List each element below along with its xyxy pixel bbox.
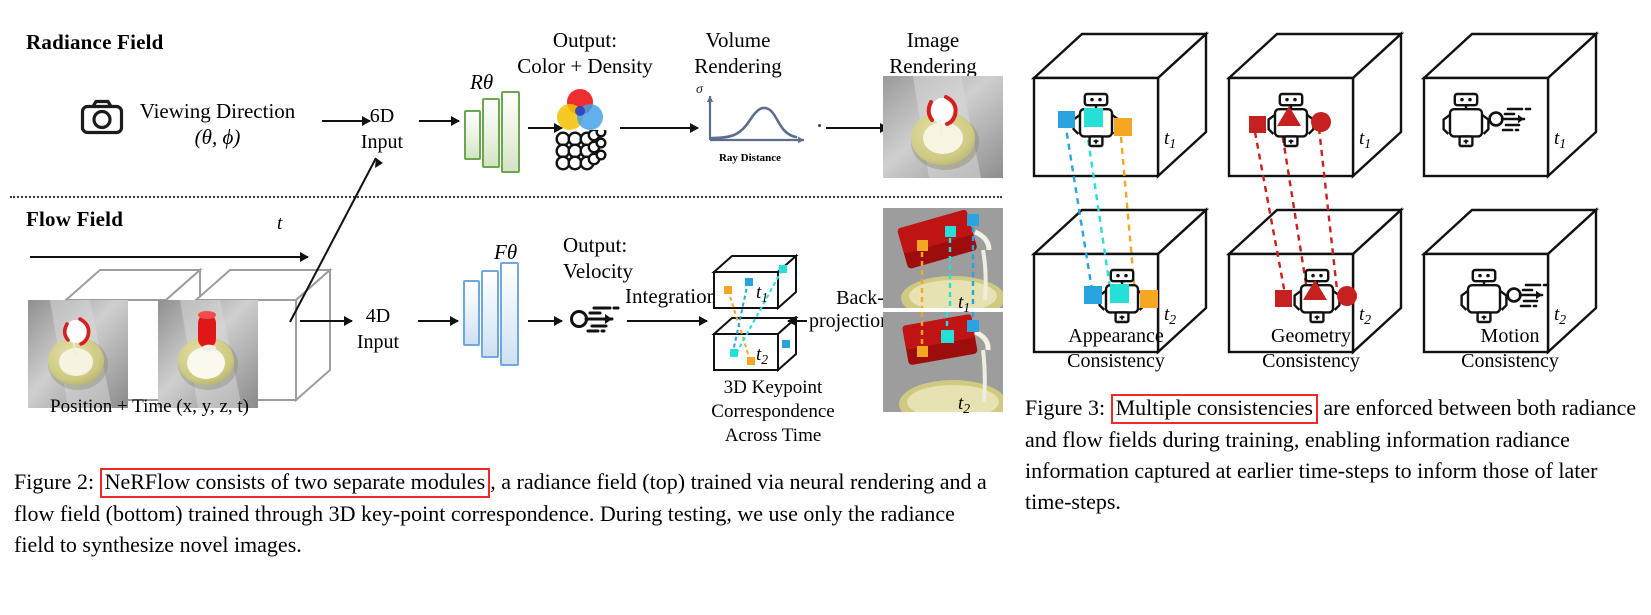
radiance-output-label: Output: Color + Density [495,28,675,79]
backprojection-label-line2: projection [807,310,893,333]
figure-3-caption-prefix: Figure 3: [1025,395,1106,420]
flow-mlp-icon [463,258,535,366]
appearance-consistency-label: Appearance Consistency [1036,324,1196,374]
radiance-output-line1: Output: [552,28,618,52]
arrow-6d-to-mlp [419,120,459,122]
arrow-output-to-volume [620,127,698,129]
geometry-t1-label: t1 [1359,128,1372,151]
input-4d-label: 4D Input [348,303,408,355]
figure-2-caption: Figure 2: NeRFlow consists of two separa… [14,466,999,560]
keypoint-cube-t2-label: t2 [756,344,769,367]
input-6d-label: 6D Input [352,103,412,155]
arrow-to-4d [300,320,352,322]
flow-output-label: Output: Velocity [563,233,633,284]
motion-label-line2: Consistency [1461,350,1559,372]
figure-2-caption-prefix: Figure 2: [14,469,95,494]
keypoint-line3: Across Time [724,424,822,446]
figure-3-caption: Figure 3: Multiple consistencies are enf… [1025,392,1645,517]
flow-field-title: Flow Field [26,207,124,231]
plot-x-axis-label: Ray Distance [718,152,782,164]
flow-output-line1: Output: [563,233,628,257]
arrow-flowmlp-to-velocity [528,320,562,322]
geometry-label-line2: Consistency [1262,350,1360,372]
geometry-consistency-label: Geometry Consistency [1231,324,1391,374]
flow-frame-2 [158,300,258,408]
image-line1: Image [906,28,960,52]
radiance-field-title: Radiance Field [26,30,164,54]
figure-2-caption-highlight: NeRFlow consists of two separate modules [99,468,491,498]
section-divider [10,196,1002,198]
appearance-t1-label: t1 [1164,128,1177,151]
volume-line1: Volume [705,28,771,52]
backprojection-frame-t2 [883,312,1003,412]
image-rendering-label: Image Rendering [865,28,1001,79]
volume-line2: Rendering [694,53,782,78]
position-time-label: Position + Time (x, y, z, t) [50,396,249,417]
figure-3-caption-highlight: Multiple consistencies [1110,394,1318,424]
arrow-4d-to-mlp [418,320,458,322]
input-6d-line1: 6D [369,105,395,127]
appearance-label-line2: Consistency [1067,350,1165,372]
integration-label: Integration [625,284,718,308]
radiance-output-line2: Color + Density [517,53,653,78]
motion-label-line1: Motion [1480,325,1540,347]
figure-3-panel: t1 t2 Appearance Consistency t1 t2 Geome… [1012,0,1651,615]
radiance-mlp-icon [464,88,534,173]
keypoint-cube-t1-label: t1 [756,282,769,305]
viewing-direction-params: (θ, ϕ) [194,125,241,150]
arrow-dot [818,124,821,127]
appearance-label-line1: Appearance [1068,325,1164,347]
viewing-direction-label: Viewing Direction [139,99,296,123]
geometry-label-line1: Geometry [1271,325,1351,347]
motion-consistency-label: Motion Consistency [1430,324,1590,374]
camera-icon [80,98,124,141]
time-axis-arrow [30,256,308,258]
flow-output-line2: Velocity [563,258,633,283]
rendered-image-radiance [883,76,1003,178]
keypoint-line1: 3D Keypoint [723,377,823,398]
plot-y-axis-label: σ [696,82,703,97]
input-4d-line1: 4D [365,305,391,327]
render-t2-label: t2 [958,393,971,416]
flow-frame-1 [28,300,128,408]
speed-lines-icon [568,300,622,343]
figure-2-panel: Radiance Field Viewing Direction (θ, ϕ) … [0,0,1012,615]
sigma-ray-distance-plot [700,90,810,157]
backprojection-frame-t1 [883,208,1003,308]
volume-rendering-label: Volume Rendering [668,28,808,79]
keypoint-correspondence-label: 3D Keypoint Correspondence Across Time [678,376,868,447]
arrow-volume-to-image [826,127,888,129]
voxel-grid-icon [552,126,608,179]
viewing-direction-text: Viewing Direction (θ, ϕ) [120,98,315,151]
keypoint-line2: Correspondence [711,400,835,422]
arrow-integration [627,320,707,322]
input-4d-line2: Input [356,331,400,353]
motion-t1-label: t1 [1554,128,1567,151]
